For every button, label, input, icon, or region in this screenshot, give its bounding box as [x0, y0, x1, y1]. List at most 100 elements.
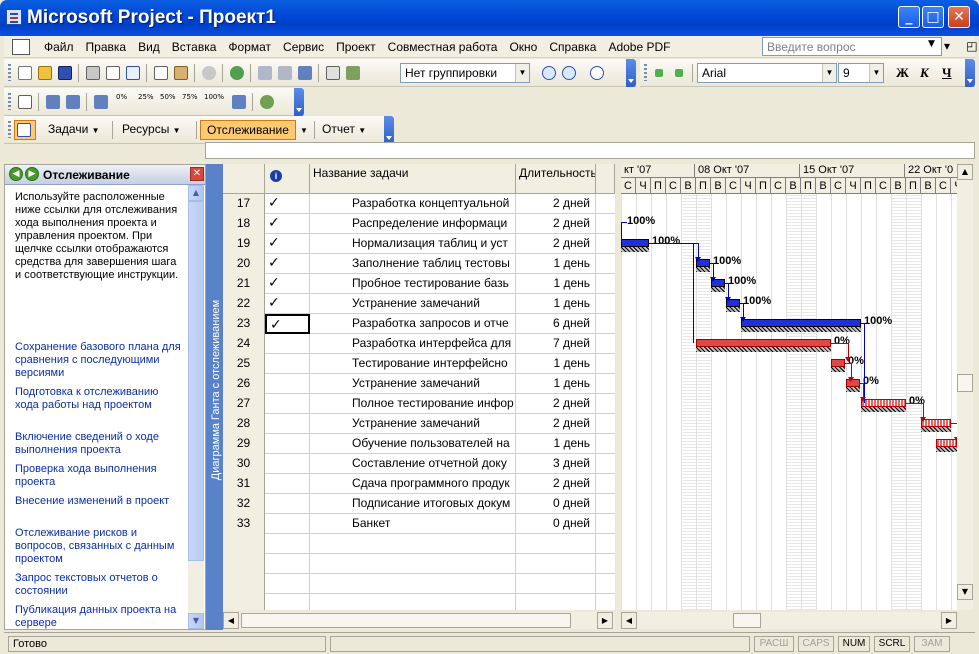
- duration-cell[interactable]: 1 день: [516, 434, 596, 454]
- gantt-vscroll[interactable]: ▲ ▼: [957, 164, 973, 610]
- gantt-chart[interactable]: кт '07 08 Окт '07 15 Окт '07 22 Окт '0 С Ч П С В…: [621, 164, 957, 610]
- row-id[interactable]: 20: [223, 254, 265, 274]
- toolbar-grip[interactable]: [8, 121, 11, 138]
- link-incorporate-progress[interactable]: Включение сведений о ходе выполнения про…: [15, 431, 181, 457]
- task-name-cell[interactable]: Банкет: [310, 514, 516, 534]
- empty-row[interactable]: [223, 574, 615, 594]
- scroll-right-icon[interactable]: ▶: [597, 612, 613, 629]
- row-id[interactable]: 31: [223, 474, 265, 494]
- assign-resources-icon[interactable]: [344, 64, 362, 82]
- guide-resources-button[interactable]: Ресурсы ▼: [116, 120, 187, 140]
- duration-cell[interactable]: 3 дней: [516, 454, 596, 474]
- scroll-left-icon[interactable]: ◀: [621, 612, 637, 629]
- tracking-dropdown-icon[interactable]: ▼: [296, 120, 312, 140]
- row-id[interactable]: [223, 594, 265, 610]
- gantt-task-bar[interactable]: [831, 359, 845, 367]
- row-id[interactable]: 29: [223, 434, 265, 454]
- update-progress-icon[interactable]: [230, 93, 248, 111]
- completed-check-icon[interactable]: [265, 394, 310, 414]
- project-statistics-icon[interactable]: [16, 93, 34, 111]
- table-row[interactable]: 29 Обучение пользователей на 1 день: [223, 434, 615, 454]
- task-name-cell[interactable]: Обучение пользователей на: [310, 434, 516, 454]
- empty-row[interactable]: [223, 534, 615, 554]
- task-name-cell[interactable]: Устранение замечаний: [310, 414, 516, 434]
- percent-0-button[interactable]: 0%: [116, 93, 138, 111]
- menu-format[interactable]: Формат: [222, 36, 277, 58]
- indent-right-icon[interactable]: [670, 64, 688, 82]
- row-id[interactable]: 22: [223, 294, 265, 314]
- indicator-cell[interactable]: [265, 554, 310, 574]
- toolbar-grip[interactable]: [8, 64, 11, 81]
- duration-cell[interactable]: 2 дней: [516, 394, 596, 414]
- table-row[interactable]: 32 Подписание итоговых докум 0 дней: [223, 494, 615, 514]
- close-button[interactable]: ✕: [948, 6, 970, 28]
- gantt-hscroll[interactable]: ◀ ▶: [621, 612, 957, 629]
- duration-cell[interactable]: 2 дней: [516, 414, 596, 434]
- indicator-cell[interactable]: [265, 594, 310, 610]
- menu-file[interactable]: Файл: [38, 36, 80, 58]
- scroll-right-icon[interactable]: ▶: [941, 612, 957, 629]
- show-guide-icon[interactable]: [14, 120, 36, 140]
- forward-icon[interactable]: ▶: [25, 167, 39, 181]
- completed-check-icon[interactable]: [265, 474, 310, 494]
- task-name-cell[interactable]: Пробное тестирование базь: [310, 274, 516, 294]
- print-icon[interactable]: [84, 64, 102, 82]
- paste-icon[interactable]: [172, 64, 190, 82]
- gantt-baseline-bar[interactable]: [696, 267, 710, 272]
- grouping-select[interactable]: Нет группировки ▼: [400, 63, 530, 83]
- menu-window[interactable]: Окно: [503, 36, 543, 58]
- maximize-button[interactable]: □: [922, 6, 944, 28]
- reschedule-work-icon[interactable]: [64, 93, 82, 111]
- table-row[interactable]: 33 Банкет 0 дней: [223, 514, 615, 534]
- toolbar-grip[interactable]: [8, 93, 11, 110]
- completed-check-icon[interactable]: ✓: [265, 274, 310, 294]
- header-task-name[interactable]: Название задачи: [310, 164, 516, 194]
- completed-check-icon[interactable]: [265, 354, 310, 374]
- update-as-scheduled-icon[interactable]: [44, 93, 62, 111]
- scroll-down-icon[interactable]: ▼: [957, 584, 973, 600]
- duration-cell[interactable]: 2 дней: [516, 474, 596, 494]
- guide-tracking-button[interactable]: Отслеживание: [200, 120, 296, 140]
- duration-cell[interactable]: [516, 594, 596, 610]
- gantt-baseline-bar[interactable]: [936, 447, 957, 452]
- workgroup-icon[interactable]: [258, 93, 276, 111]
- help-icon[interactable]: [588, 64, 606, 82]
- task-name-cell[interactable]: Нормализация таблиц и уст: [310, 234, 516, 254]
- gantt-task-bar[interactable]: [696, 339, 831, 347]
- menu-insert[interactable]: Вставка: [166, 36, 223, 58]
- percent-25-button[interactable]: 25%: [138, 93, 160, 111]
- duration-cell[interactable]: [516, 534, 596, 554]
- gantt-baseline-bar[interactable]: [621, 247, 649, 252]
- completed-check-icon[interactable]: ✓: [265, 214, 310, 234]
- gantt-baseline-bar[interactable]: [726, 307, 740, 312]
- save-icon[interactable]: [56, 64, 74, 82]
- task-name-cell[interactable]: Полное тестирование инфор: [310, 394, 516, 414]
- back-icon[interactable]: ◀: [9, 167, 23, 181]
- duration-cell[interactable]: 2 дней: [516, 214, 596, 234]
- task-name-cell[interactable]: [310, 554, 516, 574]
- link-publish-server[interactable]: Публикация данных проекта на сервере: [15, 604, 181, 630]
- row-id[interactable]: 25: [223, 354, 265, 374]
- duration-cell[interactable]: 1 день: [516, 254, 596, 274]
- menu-help[interactable]: Справка: [543, 36, 602, 58]
- table-row[interactable]: 25 Тестирование интерфейсно 1 день: [223, 354, 615, 374]
- completed-check-icon[interactable]: [265, 374, 310, 394]
- row-id[interactable]: 27: [223, 394, 265, 414]
- empty-row[interactable]: [223, 594, 615, 610]
- link-make-changes[interactable]: Внесение изменений в проект: [15, 495, 181, 508]
- duration-cell[interactable]: 7 дней: [516, 334, 596, 354]
- split-task-icon[interactable]: [296, 64, 314, 82]
- percent-50-button[interactable]: 50%: [160, 93, 182, 111]
- chevron-down-icon[interactable]: ▼: [822, 64, 836, 82]
- row-id[interactable]: 24: [223, 334, 265, 354]
- menu-tools[interactable]: Сервис: [277, 36, 330, 58]
- scroll-thumb[interactable]: [188, 201, 204, 561]
- row-id[interactable]: 18: [223, 214, 265, 234]
- row-id[interactable]: 17: [223, 194, 265, 214]
- completed-check-icon[interactable]: [265, 454, 310, 474]
- ask-dropdown-icon[interactable]: ▼: [928, 39, 935, 49]
- title-bar[interactable]: Microsoft Project - Проект1 _ □ ✕: [0, 0, 979, 36]
- gantt-task-bar[interactable]: [621, 239, 649, 247]
- link-prepare-tracking[interactable]: Подготовка к отслеживанию хода работы на…: [15, 386, 181, 412]
- task-name-cell[interactable]: Подписание итоговых докум: [310, 494, 516, 514]
